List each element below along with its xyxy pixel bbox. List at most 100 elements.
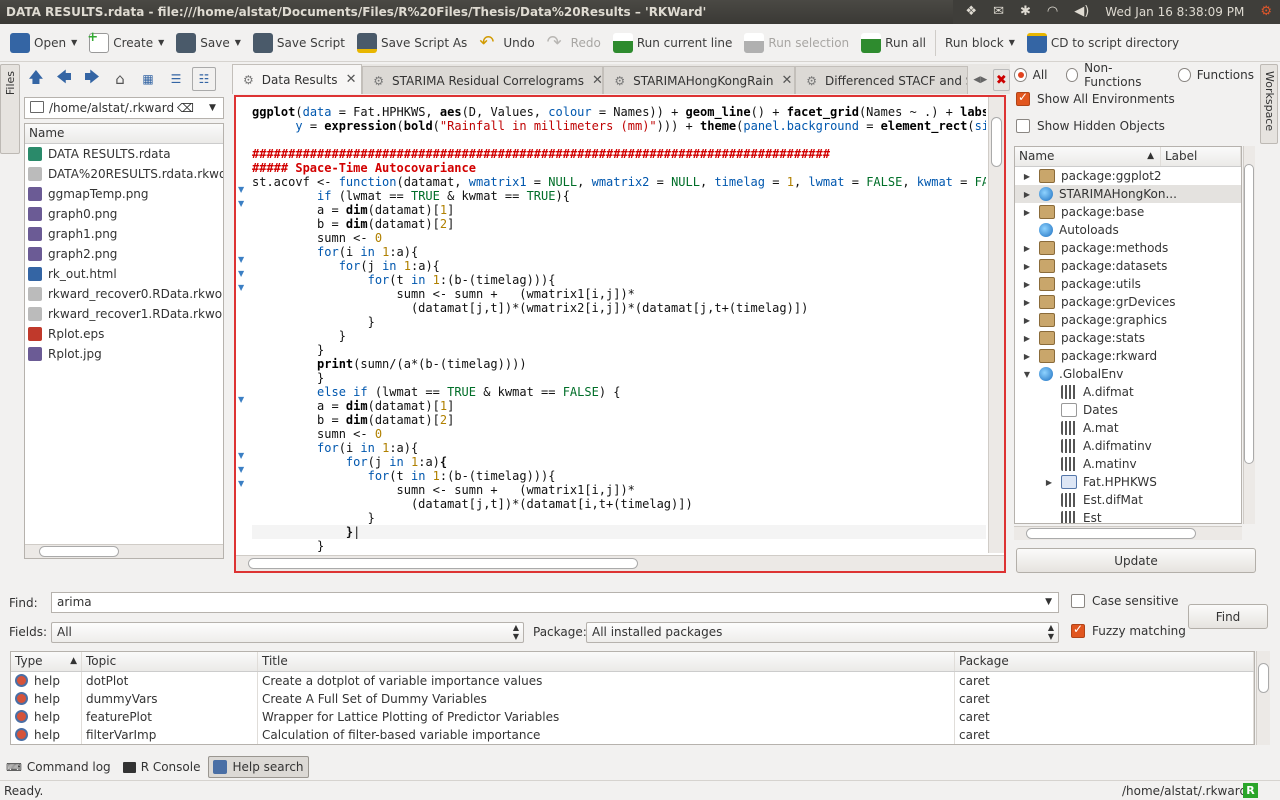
- workspace-tree-item[interactable]: Est: [1015, 509, 1241, 523]
- column-label[interactable]: Label: [1161, 147, 1241, 166]
- up-arrow-icon[interactable]: 🡅: [24, 67, 48, 91]
- run-block-button[interactable]: Run block ▼: [939, 28, 1021, 58]
- table-row[interactable]: help featurePlot Wrapper for Lattice Plott…: [11, 708, 1254, 726]
- file-list-item[interactable]: graph0.png: [25, 204, 223, 224]
- expand-arrow-icon[interactable]: ▶: [1021, 208, 1033, 217]
- tree-view-icon[interactable]: ☷: [192, 67, 216, 91]
- expand-arrow-icon[interactable]: ▶: [1021, 262, 1033, 271]
- cd-to-script-directory-button[interactable]: CD to script directory: [1021, 28, 1185, 58]
- file-list-item[interactable]: rkward_recover1.RData.rkworkplace: [25, 304, 223, 324]
- workspace-tree-item[interactable]: A.matinv: [1015, 455, 1241, 473]
- file-list-item[interactable]: rkward_recover0.RData.rkworkplace: [25, 284, 223, 304]
- close-editor-icon[interactable]: ✖: [992, 69, 1010, 91]
- package-select[interactable]: All installed packages ▲ ▼: [586, 622, 1059, 643]
- file-list-item[interactable]: DATA RESULTS.rdata: [25, 144, 223, 164]
- workspace-tree-item[interactable]: ▶ package:utils: [1015, 275, 1241, 293]
- clear-path-icon[interactable]: ⌫: [177, 98, 194, 118]
- column-topic[interactable]: Topic: [82, 652, 258, 671]
- fold-marker-icon[interactable]: ▼: [238, 283, 244, 292]
- file-list-item[interactable]: DATA%20RESULTS.rdata.rkworkplace: [25, 164, 223, 184]
- expand-arrow-icon[interactable]: ▶: [1021, 334, 1033, 343]
- show-hidden-objects-checkbox[interactable]: [1016, 119, 1030, 133]
- workspace-tree-item[interactable]: ▼ .GlobalEnv: [1015, 365, 1241, 383]
- close-tab-icon[interactable]: ✕: [346, 72, 357, 87]
- fold-marker-icon[interactable]: ▼: [238, 199, 244, 208]
- file-list-item[interactable]: ggmapTemp.png: [25, 184, 223, 204]
- scroll-thumb[interactable]: [1026, 528, 1196, 539]
- table-row[interactable]: help dotPlot Create a dotplot of variable …: [11, 672, 1254, 690]
- case-sensitive-option[interactable]: Case sensitive: [1071, 594, 1179, 608]
- save-script-button[interactable]: Save Script: [247, 28, 351, 58]
- workspace-tree-item[interactable]: Dates: [1015, 401, 1241, 419]
- workspace-tree-item[interactable]: ▶ package:stats: [1015, 329, 1241, 347]
- tab-help-search[interactable]: Help search: [208, 756, 309, 778]
- tab-data-results[interactable]: ⚙ Data Results ✕: [232, 64, 363, 94]
- fold-marker-icon[interactable]: ▼: [238, 451, 244, 460]
- results-vscrollbar[interactable]: [1256, 651, 1270, 745]
- table-row[interactable]: help filterVarImp Calculation of filter-ba…: [11, 726, 1254, 744]
- workspace-tree-item[interactable]: ▶ package:methods: [1015, 239, 1241, 257]
- expand-arrow-icon[interactable]: ▶: [1021, 280, 1033, 289]
- scroll-thumb[interactable]: [248, 558, 638, 569]
- expand-arrow-icon[interactable]: ▶: [1021, 352, 1033, 361]
- open-button[interactable]: Open ▼: [4, 28, 83, 58]
- close-tab-icon[interactable]: ✕: [782, 73, 793, 88]
- file-list-hscrollbar[interactable]: [25, 544, 223, 558]
- session-gear-icon[interactable]: ⚙: [1260, 0, 1272, 24]
- radio-all[interactable]: [1014, 68, 1027, 82]
- workspace-tree-item[interactable]: ▶ package:base: [1015, 203, 1241, 221]
- show-hidden-objects-option[interactable]: Show Hidden Objects: [1016, 119, 1165, 133]
- file-list-item[interactable]: graph2.png: [25, 244, 223, 264]
- workspace-tree-item[interactable]: Est.difMat: [1015, 491, 1241, 509]
- workspace-tree-item[interactable]: ▶ package:rkward: [1015, 347, 1241, 365]
- undo-button[interactable]: ↶ Undo: [473, 28, 540, 58]
- path-combobox[interactable]: /home/alstat/.rkward ⌫ ▼: [24, 97, 224, 119]
- file-list-item[interactable]: rk_out.html: [25, 264, 223, 284]
- workspace-tree-item[interactable]: ▶ package:datasets: [1015, 257, 1241, 275]
- file-list-header[interactable]: Name: [25, 124, 223, 144]
- dropbox-icon[interactable]: ❖: [965, 0, 977, 24]
- find-button[interactable]: Find: [1188, 604, 1268, 629]
- chevron-down-icon[interactable]: ▼: [1045, 593, 1052, 611]
- workspace-tree-item[interactable]: A.mat: [1015, 419, 1241, 437]
- tab-scroll-arrows[interactable]: ◀▶: [968, 66, 993, 94]
- editor-hscrollbar[interactable]: [236, 555, 1004, 571]
- create-button[interactable]: + Create ▼: [83, 28, 170, 58]
- scroll-thumb[interactable]: [39, 546, 119, 557]
- fields-select[interactable]: All ▲ ▼: [51, 622, 524, 643]
- fold-marker-icon[interactable]: ▼: [238, 465, 244, 474]
- tab-differenced-stacf[interactable]: ⚙Differenced STACF and STPAC: [795, 66, 968, 94]
- scroll-thumb[interactable]: [1244, 164, 1254, 464]
- fold-marker-icon[interactable]: ▼: [238, 185, 244, 194]
- expand-arrow-icon[interactable]: ▶: [1021, 190, 1033, 199]
- scroll-thumb[interactable]: [1258, 663, 1269, 693]
- file-list-item[interactable]: Rplot.eps: [25, 324, 223, 344]
- file-list-item[interactable]: Rplot.jpg: [25, 344, 223, 364]
- workspace-tree-item[interactable]: A.difmat: [1015, 383, 1241, 401]
- radio-functions[interactable]: [1178, 68, 1191, 82]
- save-script-as-button[interactable]: Save Script As: [351, 28, 473, 58]
- script-editor[interactable]: ▼ ▼ ▼ ▼ ▼ ▼ ▼ ▼ ▼ ggplot(data = Fat.HPHK…: [234, 95, 1006, 573]
- table-row[interactable]: help dummyVars Create A Full Set of Dummy …: [11, 690, 1254, 708]
- workspace-sidetab[interactable]: Workspace: [1260, 64, 1278, 144]
- fold-marker-icon[interactable]: ▼: [238, 395, 244, 404]
- expand-arrow-icon[interactable]: ▶: [1021, 316, 1033, 325]
- workspace-tree-item[interactable]: Autoloads: [1015, 221, 1241, 239]
- show-all-environments-checkbox[interactable]: [1016, 90, 1030, 106]
- wifi-icon[interactable]: ◠: [1047, 0, 1058, 24]
- fold-marker-icon[interactable]: ▼: [238, 479, 244, 488]
- detail-view-icon[interactable]: ☰: [164, 67, 188, 91]
- column-package[interactable]: Package: [955, 652, 1254, 671]
- volume-icon[interactable]: ◀): [1074, 0, 1089, 24]
- column-name[interactable]: Name ▲: [1015, 147, 1161, 166]
- fuzzy-matching-option[interactable]: Fuzzy matching: [1071, 622, 1186, 638]
- run-all-button[interactable]: Run all: [855, 28, 932, 58]
- expand-arrow-icon[interactable]: ▶: [1021, 172, 1033, 181]
- expand-arrow-icon[interactable]: ▶: [1043, 478, 1055, 487]
- bluetooth-icon[interactable]: ✱: [1020, 0, 1031, 24]
- column-title[interactable]: Title: [258, 652, 955, 671]
- short-view-icon[interactable]: ▦: [136, 67, 160, 91]
- radio-non-functions[interactable]: [1065, 68, 1079, 82]
- workspace-tree-item[interactable]: ▶ package:ggplot2: [1015, 167, 1241, 185]
- file-list-item[interactable]: graph1.png: [25, 224, 223, 244]
